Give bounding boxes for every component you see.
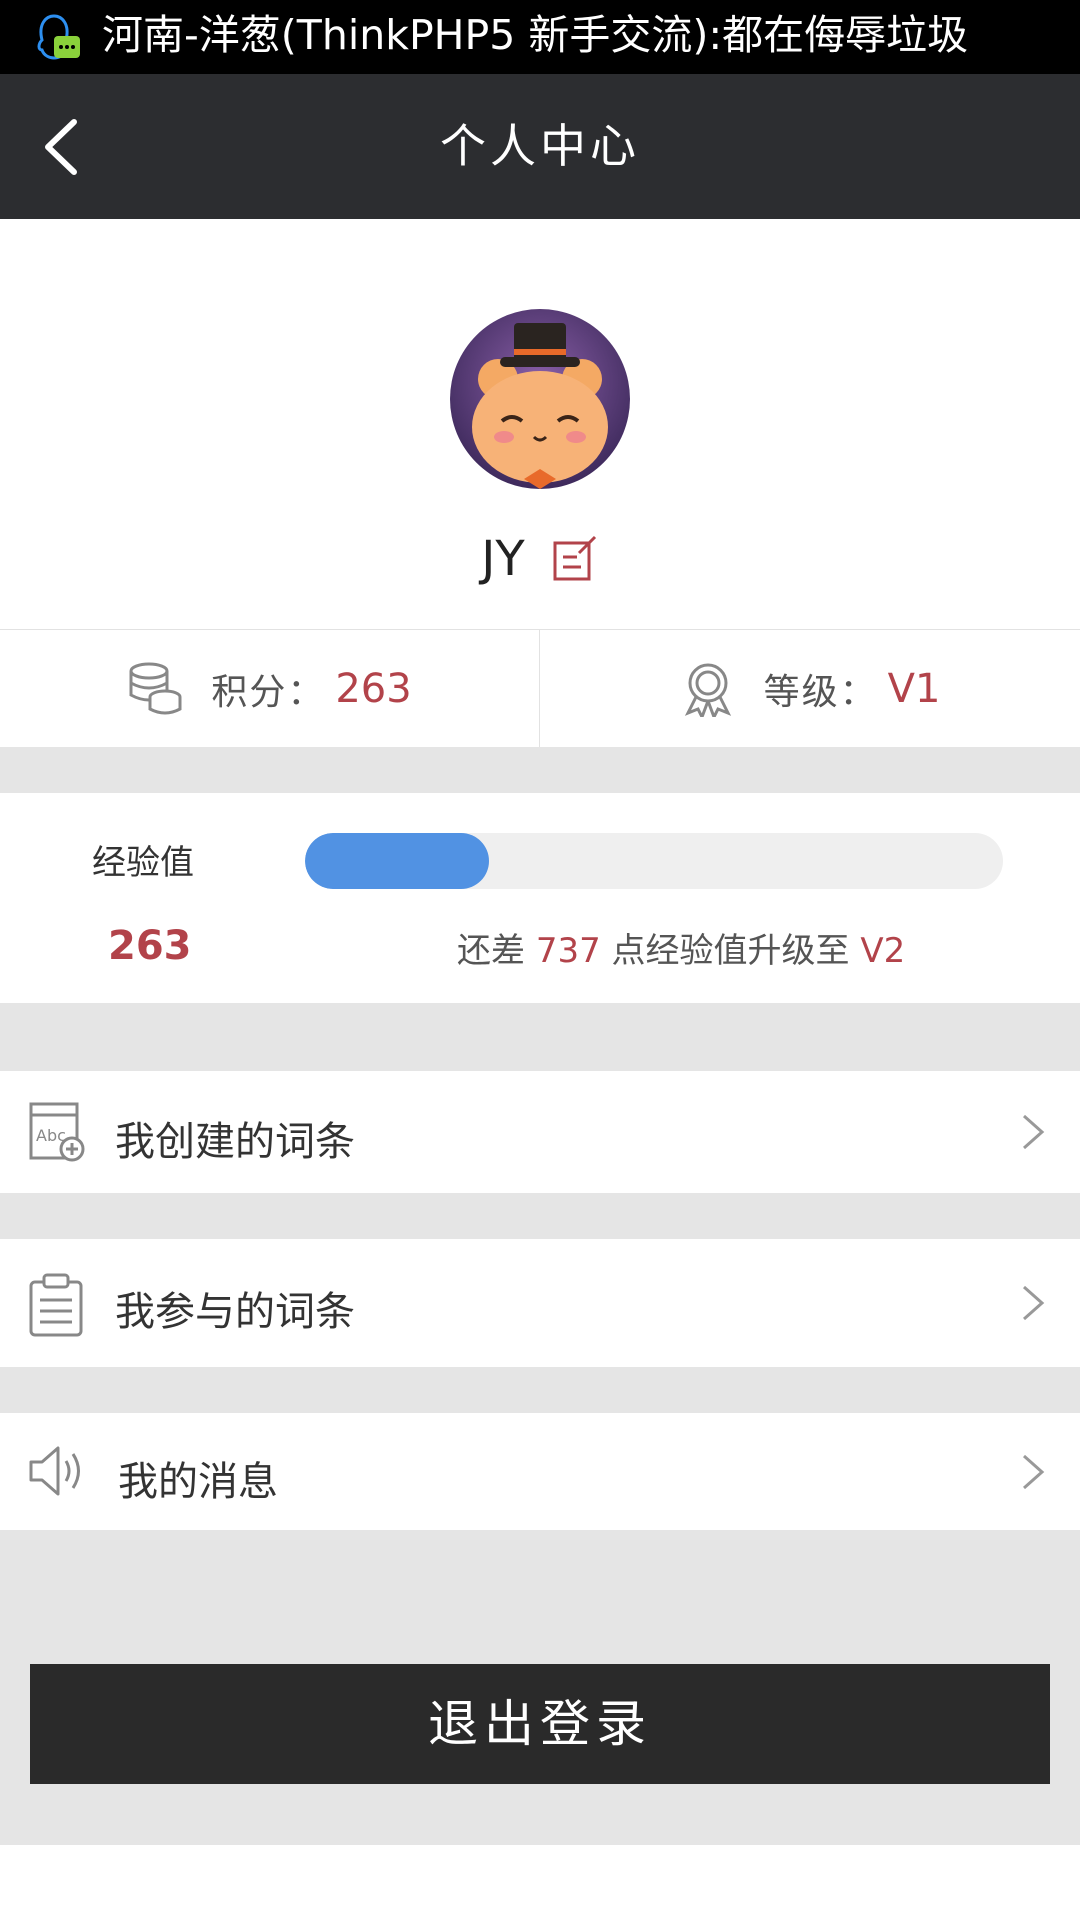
experience-progress-fill (305, 833, 489, 889)
menu-item-participated-entries[interactable]: 我参与的词条 (0, 1239, 1080, 1367)
dictionary-add-icon: Abc (29, 1102, 85, 1162)
avatar[interactable] (450, 309, 630, 489)
menu-label: 我创建的词条 (115, 1119, 355, 1165)
qq-icon (37, 14, 80, 60)
divider (0, 1367, 1080, 1413)
coins-icon (129, 662, 182, 715)
logout-button[interactable]: 退出登录 (30, 1664, 1050, 1784)
username-row: JY (0, 519, 1080, 599)
medal-icon (684, 663, 731, 717)
page-title: 个人中心 (440, 119, 640, 173)
svg-text:Abc: Abc (36, 1126, 66, 1145)
hint-middle: 点经验值升级至 (611, 931, 850, 971)
points-label: 积分： (211, 672, 326, 713)
level-value: V1 (887, 666, 941, 712)
app-header: 个人中心 (0, 74, 1080, 219)
experience-hint: 还差 737 点经验值升级至 V2 (457, 923, 905, 972)
experience-section: 经验值 263 还差 737 点经验值升级至 V2 (0, 793, 1080, 1003)
points-stat: 积分： 263 (0, 630, 540, 748)
points-value: 263 (335, 666, 412, 712)
edit-icon[interactable] (551, 535, 599, 583)
chevron-right-icon (1023, 1454, 1045, 1490)
speaker-icon (29, 1446, 80, 1496)
chevron-right-icon (1023, 1285, 1045, 1321)
level-label: 等级： (763, 672, 878, 713)
bear-avatar-icon (450, 309, 630, 489)
notification-text: 河南-洋葱(ThinkPHP5 新手交流):都在侮辱垃圾 (102, 11, 969, 59)
notification-bar[interactable]: 河南-洋葱(ThinkPHP5 新手交流):都在侮辱垃圾 (0, 0, 1080, 74)
stats-row: 积分： 263 等级： V1 (0, 629, 1080, 748)
clipboard-icon (29, 1273, 83, 1337)
experience-progress-bar (305, 833, 1003, 889)
menu-label: 我参与的词条 (115, 1289, 355, 1335)
divider (0, 1193, 1080, 1239)
experience-value: 263 (108, 923, 192, 969)
profile-section: JY (0, 219, 1080, 629)
hint-level: V2 (860, 931, 906, 971)
menu-label: 我的消息 (118, 1459, 278, 1505)
divider (0, 1003, 1080, 1071)
level-stat: 等级： V1 (540, 630, 1080, 748)
menu-item-my-messages[interactable]: 我的消息 (0, 1413, 1080, 1530)
divider (0, 747, 1080, 793)
username: JY (481, 531, 525, 587)
chevron-right-icon (1023, 1114, 1045, 1150)
hint-prefix: 还差 (457, 931, 525, 971)
hint-amount: 737 (535, 931, 601, 971)
experience-label: 经验值 (92, 843, 194, 883)
menu-item-created-entries[interactable]: Abc 我创建的词条 (0, 1071, 1080, 1193)
